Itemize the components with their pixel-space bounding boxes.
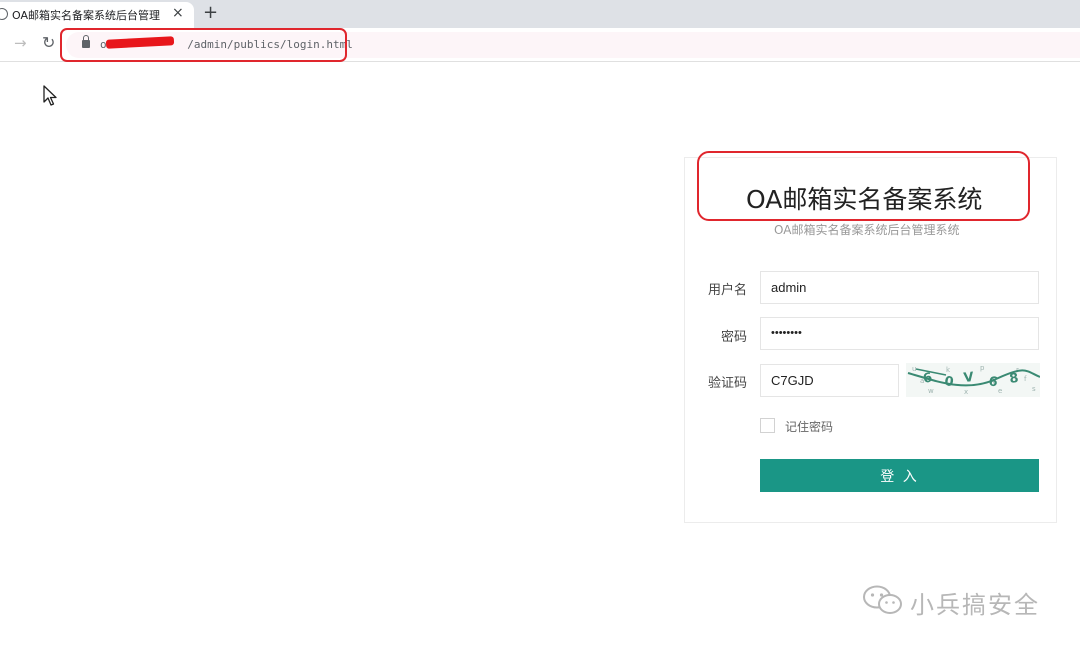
svg-text:p: p: [980, 364, 985, 372]
svg-text:V: V: [963, 370, 975, 386]
captcha-input[interactable]: C7GJD: [760, 364, 899, 397]
captcha-image[interactable]: uwk xpe rsa qf 6 0 V 6 8: [906, 363, 1040, 397]
svg-text:u: u: [912, 365, 916, 373]
globe-icon: [0, 8, 8, 20]
username-label: 用户名: [707, 283, 747, 298]
svg-text:w: w: [928, 387, 934, 395]
svg-text:e: e: [998, 387, 1002, 395]
wechat-icon: [863, 585, 902, 614]
password-input[interactable]: ••••••••: [760, 317, 1039, 350]
remember-password-label[interactable]: 记住密码: [785, 418, 833, 435]
login-button[interactable]: 登 入: [760, 459, 1039, 492]
tab-title: OA邮箱实名备案系统后台管理: [12, 9, 160, 22]
remember-password-checkbox[interactable]: [760, 418, 775, 433]
svg-text:x: x: [964, 388, 968, 396]
reload-icon[interactable]: ↻: [42, 33, 55, 52]
watermark-text: 小兵搞安全: [910, 591, 1040, 619]
captcha-label: 验证码: [707, 376, 747, 391]
username-input[interactable]: admin: [760, 271, 1039, 304]
new-tab-button[interactable]: +: [203, 2, 218, 23]
browser-tab-bar: OA邮箱实名备案系统后台管理 × +: [0, 0, 1080, 28]
browser-tab[interactable]: OA邮箱实名备案系统后台管理 ×: [0, 2, 194, 28]
url-annotation-box: [60, 28, 347, 62]
title-annotation-box: [697, 151, 1030, 221]
svg-text:s: s: [1032, 385, 1036, 393]
mouse-cursor-icon: [43, 85, 57, 106]
password-label: 密码: [720, 330, 747, 345]
login-subtitle: OA邮箱实名备案系统后台管理系统: [774, 223, 960, 237]
forward-arrow-icon[interactable]: →: [14, 34, 27, 52]
close-tab-icon[interactable]: ×: [172, 5, 184, 21]
